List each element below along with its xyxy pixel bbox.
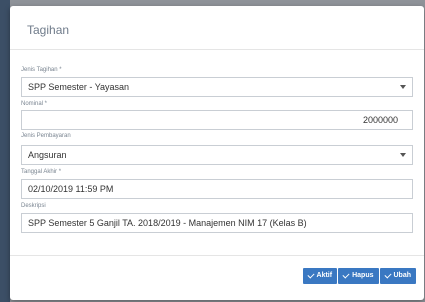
- jenis-pembayaran-value: Angsuran: [28, 150, 67, 160]
- tanggal-akhir-label: Tanggal Akhir *: [21, 169, 62, 175]
- aktif-button[interactable]: Aktif: [302, 268, 338, 284]
- nominal-label: Nominal *: [21, 101, 48, 107]
- jenis-pembayaran-select[interactable]: Angsuran: [21, 145, 413, 165]
- modal-footer: Aktif Hapus Ubah: [10, 255, 424, 300]
- page-sidebar-edge: [0, 0, 10, 302]
- chevron-down-icon: [400, 153, 406, 157]
- deskripsi-label: Deskripsi: [21, 203, 46, 209]
- hapus-button[interactable]: Hapus: [338, 268, 379, 284]
- check-icon: [342, 271, 350, 279]
- modal-body: Jenis Tagihan * SPP Semester - Yayasan N…: [10, 50, 424, 233]
- nominal-input[interactable]: 2000000: [21, 110, 413, 130]
- deskripsi-input[interactable]: SPP Semester 5 Ganjil TA. 2018/2019 - Ma…: [21, 213, 413, 233]
- ubah-button[interactable]: Ubah: [379, 268, 416, 284]
- deskripsi-value: SPP Semester 5 Ganjil TA. 2018/2019 - Ma…: [28, 218, 307, 228]
- footer-actions: Aktif Hapus Ubah: [302, 268, 416, 284]
- jenis-tagihan-select[interactable]: SPP Semester - Yayasan: [21, 77, 413, 97]
- chevron-down-icon: [400, 85, 406, 89]
- tanggal-akhir-input[interactable]: 02/10/2019 11:59 PM: [21, 179, 413, 199]
- jenis-tagihan-label: Jenis Tagihan *: [21, 67, 62, 73]
- jenis-pembayaran-label: Jenis Pembayaran: [21, 133, 71, 139]
- check-icon: [306, 271, 315, 279]
- modal-title: Tagihan: [27, 23, 70, 37]
- ubah-button-label: Ubah: [393, 272, 412, 279]
- hapus-button-label: Hapus: [352, 272, 374, 279]
- tagihan-modal: Tagihan Jenis Tagihan * SPP Semester - Y…: [10, 6, 424, 300]
- check-icon: [383, 271, 392, 279]
- nominal-value: 2000000: [362, 115, 398, 125]
- modal-header: Tagihan: [10, 6, 424, 50]
- aktif-button-label: Aktif: [316, 272, 333, 279]
- tanggal-akhir-value: 02/10/2019 11:59 PM: [28, 184, 114, 194]
- jenis-tagihan-value: SPP Semester - Yayasan: [28, 82, 130, 92]
